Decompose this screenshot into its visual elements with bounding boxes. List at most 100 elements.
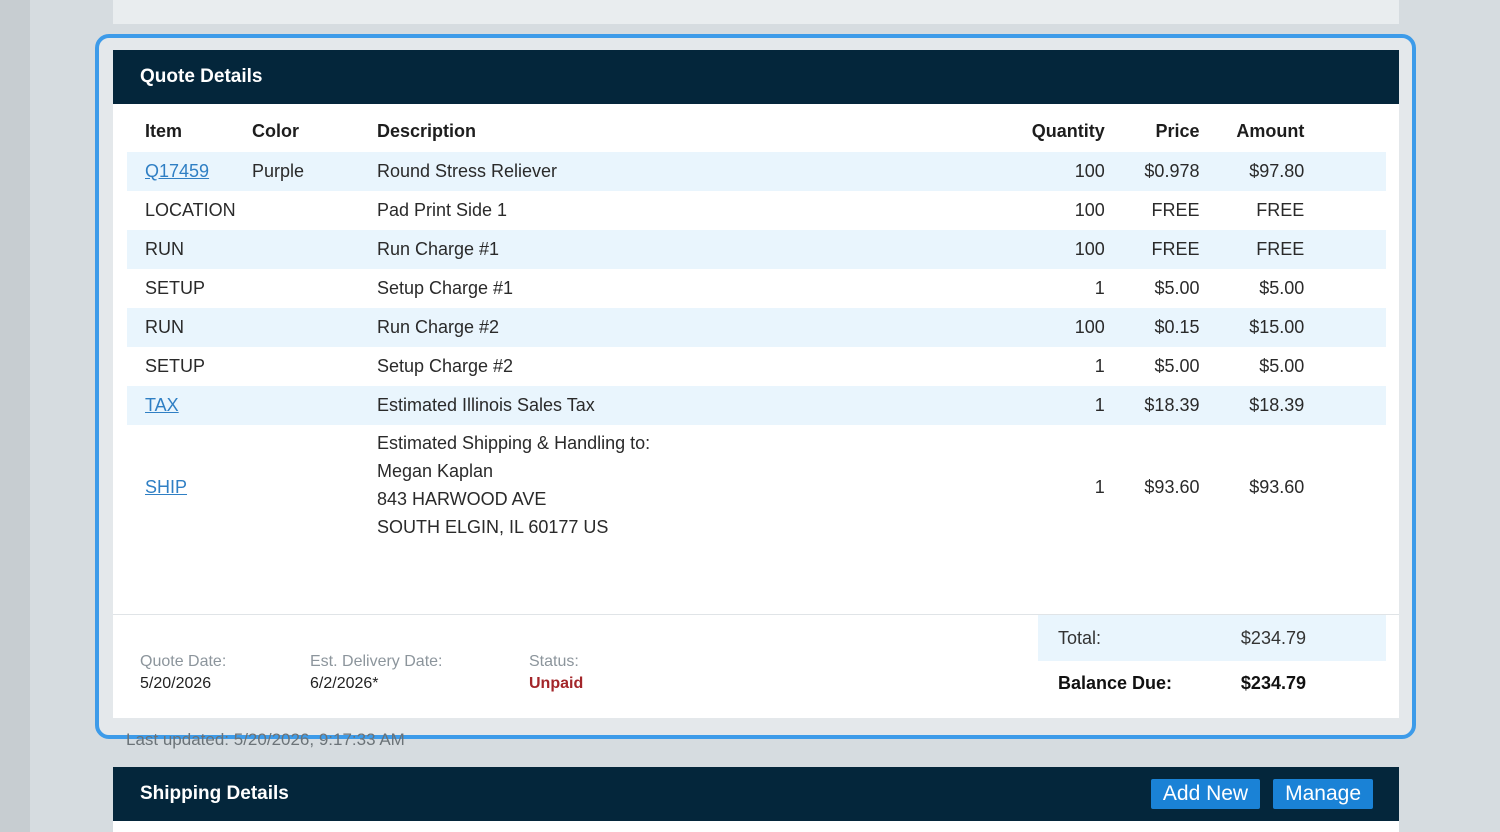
ship-address-city: SOUTH ELGIN, IL 60177 US <box>376 517 609 537</box>
amount-cell: $5.00 <box>1259 278 1305 298</box>
table-row: TAX Estimated Illinois Sales Tax 1 $18.3… <box>127 386 1386 425</box>
price-cell: $18.39 <box>1104 386 1200 425</box>
description-cell: Setup Charge #1 <box>376 278 514 298</box>
quote-details-title: Quote Details <box>140 66 263 87</box>
description-cell: Setup Charge #2 <box>376 356 514 376</box>
item-link-tax[interactable]: TAX <box>145 395 179 415</box>
price-cell: $0.15 <box>1104 308 1200 347</box>
col-header-item: Item <box>145 120 183 141</box>
col-header-amount: Amount <box>1236 120 1305 141</box>
delivery-date-value: 6/2/2026* <box>310 675 379 692</box>
row-spacer <box>1304 152 1386 191</box>
color-cell <box>252 191 377 230</box>
item-cell: RUN <box>127 230 252 269</box>
row-spacer <box>1304 425 1386 549</box>
col-header-price: Price <box>1155 120 1200 141</box>
row-spacer <box>1304 191 1386 230</box>
item-link-q17459[interactable]: Q17459 <box>145 161 209 181</box>
row-spacer <box>1304 386 1386 425</box>
col-header-color: Color <box>251 120 299 141</box>
amount-cell: $5.00 <box>1259 356 1305 376</box>
description-cell: Estimated Illinois Sales Tax <box>376 386 972 425</box>
col-spacer <box>1304 104 1386 152</box>
color-cell <box>252 269 377 308</box>
row-spacer <box>1304 269 1386 308</box>
manage-button[interactable]: Manage <box>1273 779 1373 809</box>
total-label: Total: <box>1058 627 1102 648</box>
quote-details-card: Quote Details Item Color Description Qua… <box>113 50 1399 718</box>
ship-address-street: 843 HARWOOD AVE <box>376 489 547 509</box>
quote-footer: Quote Date: 5/20/2026 Est. Delivery Date… <box>113 614 1399 718</box>
shipping-actions: Add New Manage <box>1150 779 1373 809</box>
status-badge: Unpaid <box>529 675 584 692</box>
balance-due-row: Balance Due: $234.79 <box>1038 661 1386 705</box>
row-spacer <box>1304 308 1386 347</box>
table-row: SETUP Setup Charge #1 1 $5.00 $5.00 <box>127 269 1386 308</box>
previous-card <box>113 0 1399 24</box>
shipping-details-title: Shipping Details <box>140 783 289 804</box>
balance-due-value: $234.79 <box>1240 672 1306 693</box>
quantity-cell: 1 <box>1094 356 1105 376</box>
item-cell: RUN <box>127 308 252 347</box>
quote-items-table: Item Color Description Quantity Price Am… <box>127 104 1386 549</box>
item-cell: SETUP <box>145 356 206 376</box>
amount-cell: $15.00 <box>1199 308 1305 347</box>
amount-cell: $18.39 <box>1199 386 1305 425</box>
color-cell <box>252 347 377 386</box>
shipping-details-header: Shipping Details Add New Manage <box>113 767 1399 821</box>
description-cell: Round Stress Reliever <box>376 152 972 191</box>
quantity-cell: 100 <box>971 308 1105 347</box>
quote-date-value: 5/20/2026 <box>140 675 212 692</box>
delivery-date-label: Est. Delivery Date: <box>310 653 443 670</box>
quote-date-label: Quote Date: <box>140 653 227 670</box>
item-cell: LOCATION <box>145 200 236 220</box>
price-cell: $5.00 <box>1154 278 1200 298</box>
amount-cell: $93.60 <box>1249 476 1305 497</box>
price-cell: FREE <box>1151 200 1200 220</box>
color-cell <box>251 386 377 425</box>
table-row: RUN Run Charge #1 100 FREE FREE <box>127 230 1386 269</box>
totals-block: Total: $234.79 Balance Due: $234.79 <box>1038 615 1386 705</box>
description-cell: Run Charge #2 <box>376 308 972 347</box>
table-header-row: Item Color Description Quantity Price Am… <box>127 104 1386 152</box>
quote-details-header: Quote Details <box>113 50 1399 104</box>
item-cell: TAX <box>127 386 252 425</box>
table-row-ship: SHIP Estimated Shipping & Handling to: M… <box>127 425 1386 549</box>
quantity-cell: 100 <box>971 152 1105 191</box>
row-spacer <box>1304 347 1386 386</box>
amount-cell: $97.80 <box>1199 152 1305 191</box>
left-rail <box>0 0 30 832</box>
shipping-details-card: Shipping Details Add New Manage <box>113 767 1399 832</box>
quantity-cell: 100 <box>971 230 1105 269</box>
quantity-cell: 1 <box>1094 278 1105 298</box>
item-cell: SHIP <box>127 425 252 549</box>
table-row: Q17459 Purple Round Stress Reliever 100 … <box>127 152 1386 191</box>
color-cell: Purple <box>251 152 377 191</box>
total-value: $234.79 <box>1240 627 1306 648</box>
amount-cell: FREE <box>1199 230 1305 269</box>
last-updated-text: Last updated: 5/20/2026, 9:17:33 AM <box>126 730 405 749</box>
color-cell <box>251 230 377 269</box>
quantity-cell: 100 <box>1074 200 1105 220</box>
description-cell: Run Charge #1 <box>376 230 972 269</box>
item-cell: SETUP <box>145 278 206 298</box>
col-header-quantity: Quantity <box>1031 120 1105 141</box>
status-block: Status: Unpaid <box>529 653 583 693</box>
total-row: Total: $234.79 <box>1038 615 1386 661</box>
color-cell <box>252 425 377 549</box>
row-spacer <box>1304 230 1386 269</box>
table-row: RUN Run Charge #2 100 $0.15 $15.00 <box>127 308 1386 347</box>
item-link-ship[interactable]: SHIP <box>145 477 187 497</box>
ship-recipient: Megan Kaplan <box>376 461 494 481</box>
add-new-button[interactable]: Add New <box>1150 779 1261 809</box>
table-row: SETUP Setup Charge #2 1 $5.00 $5.00 <box>127 347 1386 386</box>
quantity-cell: 1 <box>971 386 1105 425</box>
quote-date-block: Quote Date: 5/20/2026 <box>140 653 226 693</box>
delivery-date-block: Est. Delivery Date: 6/2/2026* <box>310 653 442 693</box>
color-cell <box>251 308 377 347</box>
price-cell: $0.978 <box>1104 152 1200 191</box>
description-cell: Pad Print Side 1 <box>376 200 508 220</box>
col-header-description: Description <box>376 120 476 141</box>
amount-cell: FREE <box>1256 200 1305 220</box>
ship-description-line: Estimated Shipping & Handling to: <box>376 433 651 453</box>
